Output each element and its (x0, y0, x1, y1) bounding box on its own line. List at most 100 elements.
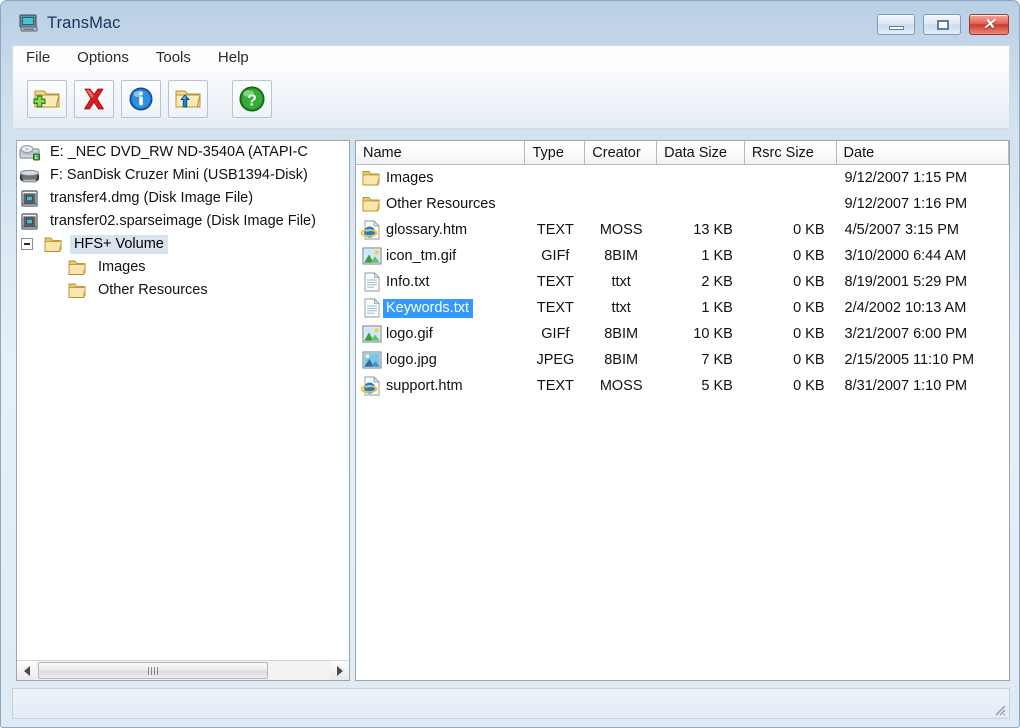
add-folder-button[interactable] (27, 79, 67, 118)
tree-collapse-icon[interactable] (21, 238, 33, 250)
info-button[interactable] (121, 79, 161, 118)
menu-item-tools[interactable]: Tools (154, 48, 203, 68)
cell-rsrc-size (745, 191, 837, 217)
computer-icon (19, 14, 39, 33)
column-header-date[interactable]: Date (836, 141, 1009, 165)
scrollbar-track[interactable] (36, 661, 330, 680)
cell-type (525, 165, 585, 191)
cell-type: JPEG (536, 352, 575, 368)
file-name-label: icon_tm.gif (386, 247, 457, 264)
delete-button[interactable] (74, 79, 114, 118)
tree-item[interactable]: transfer02.sparseimage (Disk Image File) (17, 210, 349, 233)
file-list-panel[interactable]: Name Type Creator Data Size Rsrc Size Date Im… (355, 140, 1010, 681)
table-row[interactable]: Keywords.txt TEXT ttxt 1 KB 0 KB 2/4/2002 10:… (356, 295, 1009, 321)
tree-item[interactable]: HFS+ Volume (17, 233, 349, 256)
cell-name: Info.txt (356, 269, 525, 295)
file-name-label: Info.txt (386, 273, 430, 290)
table-row[interactable]: Other Resources 9/12/2007 1:16 PM (356, 191, 1009, 217)
column-header-data-size[interactable]: Data Size (657, 141, 745, 165)
table-row[interactable]: Images 9/12/2007 1:15 PM (356, 165, 1009, 191)
close-button[interactable]: ✕ (969, 14, 1009, 35)
cell-data-size: 2 KB (701, 274, 733, 290)
menu-bar: File Options Tools Help (12, 45, 1010, 69)
cell-rsrc-size: 0 KB (793, 248, 825, 264)
cell-rsrc-size: 0 KB (793, 352, 825, 368)
cell-creator (585, 165, 657, 191)
grip-line (151, 666, 152, 675)
cell-rsrc-size: 0 KB (793, 222, 825, 238)
cell-data-size: 10 KB (693, 326, 733, 342)
file-list-header: Name Type Creator Data Size Rsrc Size Date (356, 141, 1009, 165)
tree-item[interactable]: F: SanDisk Cruzer Mini (USB1394-Disk) (17, 164, 349, 187)
cell-name: Keywords.txt (356, 295, 525, 321)
cell-date: 3/21/2007 6:00 PM (844, 326, 968, 342)
folder-add-icon (32, 86, 62, 112)
svg-text:?: ? (247, 92, 257, 109)
cell-creator: 8BIM (604, 326, 639, 342)
device-tree-panel[interactable]: E E: _NEC DVD_RW ND-3540A (ATAPI-C F: Sa… (16, 140, 350, 681)
help-button[interactable]: ? (232, 79, 272, 118)
cell-data-size: 7 KB (701, 352, 733, 368)
cell-name: glossary.htm (356, 217, 525, 243)
cell-date: 8/31/2007 1:10 PM (844, 378, 968, 394)
tree-item[interactable]: Other Resources (17, 279, 349, 302)
scroll-right-icon[interactable] (330, 661, 349, 680)
cell-data-size: 5 KB (701, 378, 733, 394)
close-icon: ✕ (982, 16, 996, 33)
tree-horizontal-scrollbar[interactable] (17, 660, 349, 680)
cell-rsrc-size: 0 KB (793, 326, 825, 342)
menu-item-help[interactable]: Help (216, 48, 261, 68)
removable-drive-icon (19, 166, 41, 185)
file-name-label: glossary.htm (386, 221, 468, 238)
table-row[interactable]: icon_tm.gif GIFf 8BIM 1 KB 0 KB 3/10/2000 6:4… (356, 243, 1009, 269)
cell-creator: MOSS (599, 378, 643, 394)
cell-rsrc-size: 0 KB (793, 300, 825, 316)
cell-name: support.htm (356, 373, 525, 399)
html-doc-icon (360, 220, 383, 240)
cell-date: 8/19/2001 5:29 PM (844, 274, 968, 290)
folder-icon (43, 235, 65, 254)
title-bar: TransMac ✕ (5, 4, 1017, 44)
cell-type: GIFf (541, 326, 570, 342)
table-row[interactable]: support.htm TEXT MOSS 5 KB 0 KB 8/31/2007 1:1… (356, 373, 1009, 399)
text-doc-icon (361, 298, 383, 318)
cell-rsrc-size: 0 KB (793, 378, 825, 394)
tree-item[interactable]: transfer4.dmg (Disk Image File) (17, 187, 349, 210)
tree-item[interactable]: Images (17, 256, 349, 279)
table-row[interactable]: logo.jpg JPEG 8BIM 7 KB 0 KB 2/15/2005 11:10 … (356, 347, 1009, 373)
cell-type: GIFf (541, 248, 570, 264)
menu-item-options[interactable]: Options (75, 48, 141, 68)
folder-up-arrow-icon (173, 86, 203, 112)
tree-item-label: E: _NEC DVD_RW ND-3540A (ATAPI-C (50, 144, 308, 160)
scrollbar-thumb[interactable] (38, 662, 268, 679)
table-row[interactable]: logo.gif GIFf 8BIM 10 KB 0 KB 3/21/2007 6:00 … (356, 321, 1009, 347)
cell-creator: MOSS (599, 222, 643, 238)
cell-data-size: 13 KB (693, 222, 733, 238)
column-header-creator[interactable]: Creator (585, 141, 658, 165)
cell-date: 3/10/2000 6:44 AM (844, 248, 967, 264)
scroll-left-icon[interactable] (17, 661, 36, 680)
menu-item-file[interactable]: File (24, 48, 62, 68)
cell-date: 9/12/2007 1:15 PM (844, 170, 968, 186)
column-header-type[interactable]: Type (525, 141, 586, 165)
cell-date: 4/5/2007 3:15 PM (844, 222, 960, 238)
cell-type: TEXT (536, 222, 574, 238)
tree-item[interactable]: E E: _NEC DVD_RW ND-3540A (ATAPI-C (17, 141, 349, 164)
resize-grip-icon[interactable] (992, 702, 1006, 716)
cell-type (525, 191, 585, 217)
column-header-name[interactable]: Name (356, 141, 526, 165)
column-header-rsrc-size[interactable]: Rsrc Size (744, 141, 837, 165)
disk-image-icon (19, 212, 41, 231)
cell-type: TEXT (536, 274, 574, 290)
grip-line (154, 666, 155, 675)
folder-icon (67, 258, 89, 277)
table-row[interactable]: glossary.htm TEXT MOSS 13 KB 0 KB 4/5/2007 3:… (356, 217, 1009, 243)
cell-data-size: 1 KB (701, 300, 733, 316)
extract-folder-button[interactable] (168, 79, 208, 118)
svg-text:E: E (35, 155, 39, 161)
table-row[interactable]: Info.txt TEXT ttxt 2 KB 0 KB 8/19/2001 5:29 P… (356, 269, 1009, 295)
minimize-button[interactable] (877, 14, 915, 35)
cell-name: logo.jpg (356, 347, 525, 373)
cell-date: 9/12/2007 1:16 PM (844, 196, 968, 212)
maximize-button[interactable] (923, 14, 961, 35)
